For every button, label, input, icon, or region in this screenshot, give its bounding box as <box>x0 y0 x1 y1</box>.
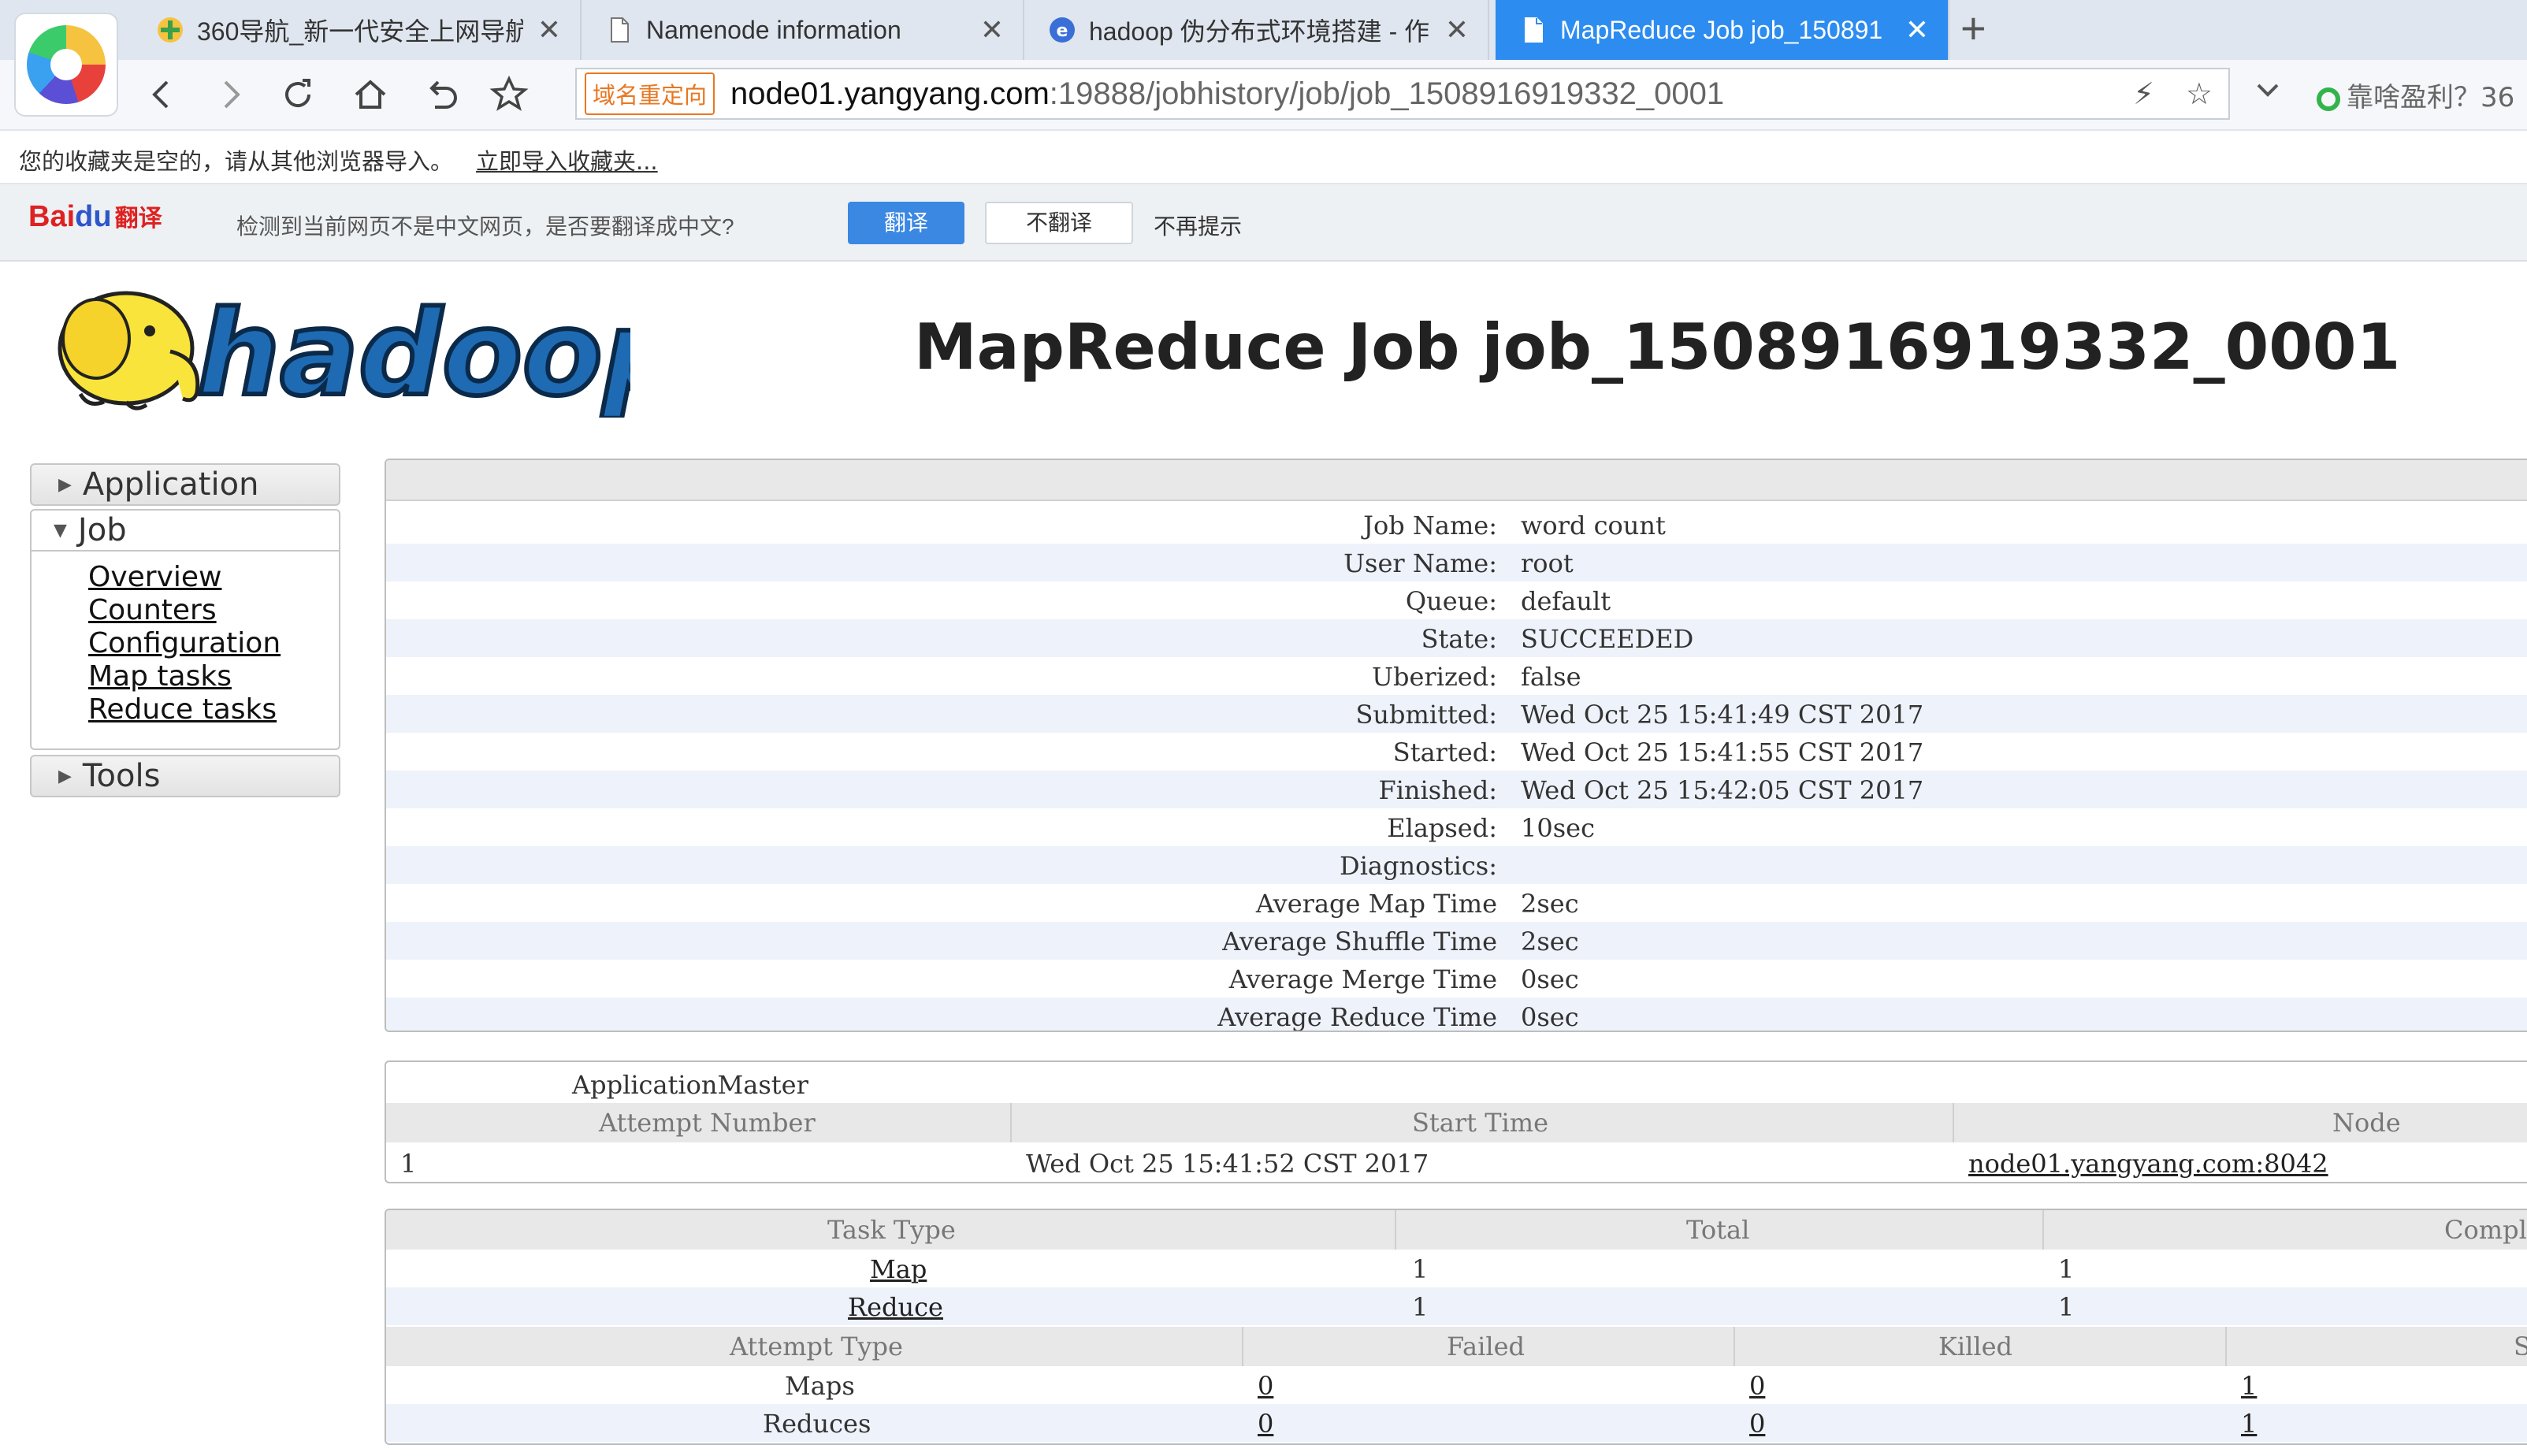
back-icon[interactable] <box>139 71 186 118</box>
redirect-badge: 域名重定向 <box>585 72 715 115</box>
sidebar-link-counters[interactable]: Counters <box>88 594 217 626</box>
info-row: Average Shuffle Time 2sec <box>386 922 2527 960</box>
chevron-down-icon[interactable] <box>2250 72 2285 116</box>
successful-reduces-link[interactable]: 1 <box>2241 1409 2257 1439</box>
caret-right-icon: ▶ <box>58 766 72 786</box>
bookmark-star-icon[interactable] <box>485 71 533 118</box>
col-attempt-number[interactable]: Attempt Number <box>599 1108 816 1138</box>
am-node-link[interactable]: node01.yangyang.com:8042 <box>1968 1149 2328 1179</box>
job-info-header <box>386 460 2527 501</box>
hadoop-logo: hadoop <box>32 276 688 424</box>
forward-icon[interactable] <box>206 71 254 118</box>
svg-text:e: e <box>1057 21 1068 41</box>
sidebar-application[interactable]: ▶ Application <box>30 463 340 506</box>
table-row: Reduce 1 1 <box>386 1287 2527 1325</box>
am-attempt: 1 <box>400 1149 417 1179</box>
failed-reduces-link[interactable]: 0 <box>1258 1409 1273 1439</box>
info-row: Finished: Wed Oct 25 15:42:05 CST 2017 <box>386 771 2527 808</box>
tasks-table: Task Type Total Comple Map 1 1 Reduce 1 … <box>385 1209 2527 1445</box>
browser-e-icon: e <box>1048 16 1076 44</box>
tab-namenode[interactable]: Namenode information ✕ <box>582 0 1024 60</box>
no-translate-button[interactable]: 不翻译 <box>985 202 1133 244</box>
translate-prompt: 检测到当前网页不是中文网页，是否要翻译成中文? <box>236 214 734 239</box>
killed-reduces-link[interactable]: 0 <box>1749 1409 1765 1439</box>
undo-icon[interactable] <box>418 71 465 118</box>
failed-maps-link[interactable]: 0 <box>1258 1371 1273 1401</box>
reload-icon[interactable] <box>274 71 321 118</box>
sidebar-job-links: Overview Counters Configuration Map task… <box>30 552 340 750</box>
sidebar-link-map-tasks[interactable]: Map tasks <box>88 660 232 693</box>
info-row: Uberized: false <box>1372 662 1581 692</box>
close-icon[interactable]: ✕ <box>980 13 1004 46</box>
address-bar[interactable]: 域名重定向 node01.yangyang.com :19888/jobhist… <box>575 68 2230 120</box>
close-icon[interactable]: ✕ <box>537 13 561 46</box>
bookmarks-empty-message: 您的收藏夹是空的，请从其他浏览器导入。 <box>19 148 454 175</box>
table-row: Map 1 1 <box>870 1254 2075 1284</box>
am-start-time: Wed Oct 25 15:41:52 CST 2017 <box>1026 1149 1429 1179</box>
search-suggestion[interactable]: 靠啥盈利？36 <box>2317 76 2514 114</box>
bookmarks-bar: 您的收藏夹是空的，请从其他浏览器导入。 立即导入收藏夹... <box>0 131 2527 184</box>
info-row: Elapsed: 10sec <box>1387 813 1595 843</box>
360-nav-icon <box>156 16 184 44</box>
sidebar-link-overview[interactable]: Overview <box>88 561 222 593</box>
translate-button[interactable]: 翻译 <box>848 202 964 244</box>
caret-right-icon: ▶ <box>58 474 72 495</box>
new-tab-button[interactable]: + <box>1960 3 1986 54</box>
sidebar-job[interactable]: ▼ Job <box>30 509 340 552</box>
svg-text:hadoop: hadoop <box>197 286 630 418</box>
tab-360-nav[interactable]: 360导航_新一代安全上网导航 ✕ <box>132 0 582 60</box>
killed-maps-link[interactable]: 0 <box>1749 1371 1765 1401</box>
close-icon[interactable]: ✕ <box>1905 13 1929 46</box>
table-header: Attempt Type Failed Killed S <box>386 1327 2527 1366</box>
import-bookmarks-link[interactable]: 立即导入收藏夹... <box>476 143 658 176</box>
successful-maps-link[interactable]: 1 <box>2241 1371 2257 1401</box>
search-icon <box>2317 87 2340 111</box>
page-title: MapReduce Job job_1508916919332_0001 <box>914 310 2401 384</box>
application-master-table: ApplicationMaster Attempt Number Start T… <box>385 1060 2527 1183</box>
table-header: Task Type Total Comple <box>386 1210 2527 1250</box>
url-host: node01.yangyang.com <box>730 76 1050 111</box>
tab-mapreduce-job[interactable]: MapReduce Job job_150891 ✕ <box>1496 0 1949 60</box>
sidebar-link-configuration[interactable]: Configuration <box>88 627 281 659</box>
lightning-icon[interactable]: ⚡ <box>2133 76 2154 112</box>
info-row: Queue: default <box>1405 586 1611 616</box>
close-icon[interactable]: ✕ <box>1445 13 1469 46</box>
info-row: Diagnostics: <box>386 846 2527 884</box>
tab-hadoop-setup[interactable]: e hadoop 伪分布式环境搭建 - 作 ✕ <box>1024 0 1489 60</box>
table-row: Maps 0 0 1 <box>785 1371 2258 1401</box>
url-path: :19888/jobhistory/job/job_1508916919332_… <box>1049 76 1725 111</box>
sidebar-tools[interactable]: ▶ Tools <box>30 755 340 797</box>
home-icon[interactable] <box>347 71 394 118</box>
favorite-star-icon[interactable]: ☆ <box>2186 76 2213 112</box>
browser-logo[interactable] <box>16 14 117 115</box>
task-type-reduce-link[interactable]: Reduce <box>848 1292 943 1322</box>
info-row: Average Reduce Time 0sec <box>386 997 2527 1031</box>
table-row: Reduces 0 0 1 <box>386 1404 2527 1442</box>
info-row: User Name: root <box>386 544 2527 581</box>
table-header: Attempt Number Start Time Node <box>386 1103 2527 1142</box>
baidu-translate-logo: Baidu 翻译 <box>28 200 162 233</box>
application-master-title: ApplicationMaster <box>572 1070 808 1100</box>
job-info-table: Job Name: word count User Name: root Queue… <box>385 459 2527 1032</box>
never-prompt-button[interactable]: 不再提示 <box>1154 210 1242 241</box>
info-row: Average Map Time 2sec <box>1255 889 1579 919</box>
caret-down-icon: ▼ <box>54 520 67 540</box>
info-row: Started: Wed Oct 25 15:41:55 CST 2017 <box>1392 737 1924 767</box>
page-icon <box>1519 16 1548 44</box>
info-row: Average Merge Time 0sec <box>1228 964 1579 994</box>
info-row: Submitted: Wed Oct 25 15:41:49 CST 2017 <box>386 695 2527 733</box>
col-node[interactable]: Node <box>2332 1108 2401 1138</box>
sidebar-link-reduce-tasks[interactable]: Reduce tasks <box>88 693 277 726</box>
info-row: Job Name: word count <box>1363 511 1666 540</box>
task-type-map-link[interactable]: Map <box>870 1254 927 1284</box>
info-row: State: SUCCEEDED <box>386 619 2527 657</box>
col-start-time[interactable]: Start Time <box>1412 1108 1548 1138</box>
page-icon <box>605 16 634 44</box>
